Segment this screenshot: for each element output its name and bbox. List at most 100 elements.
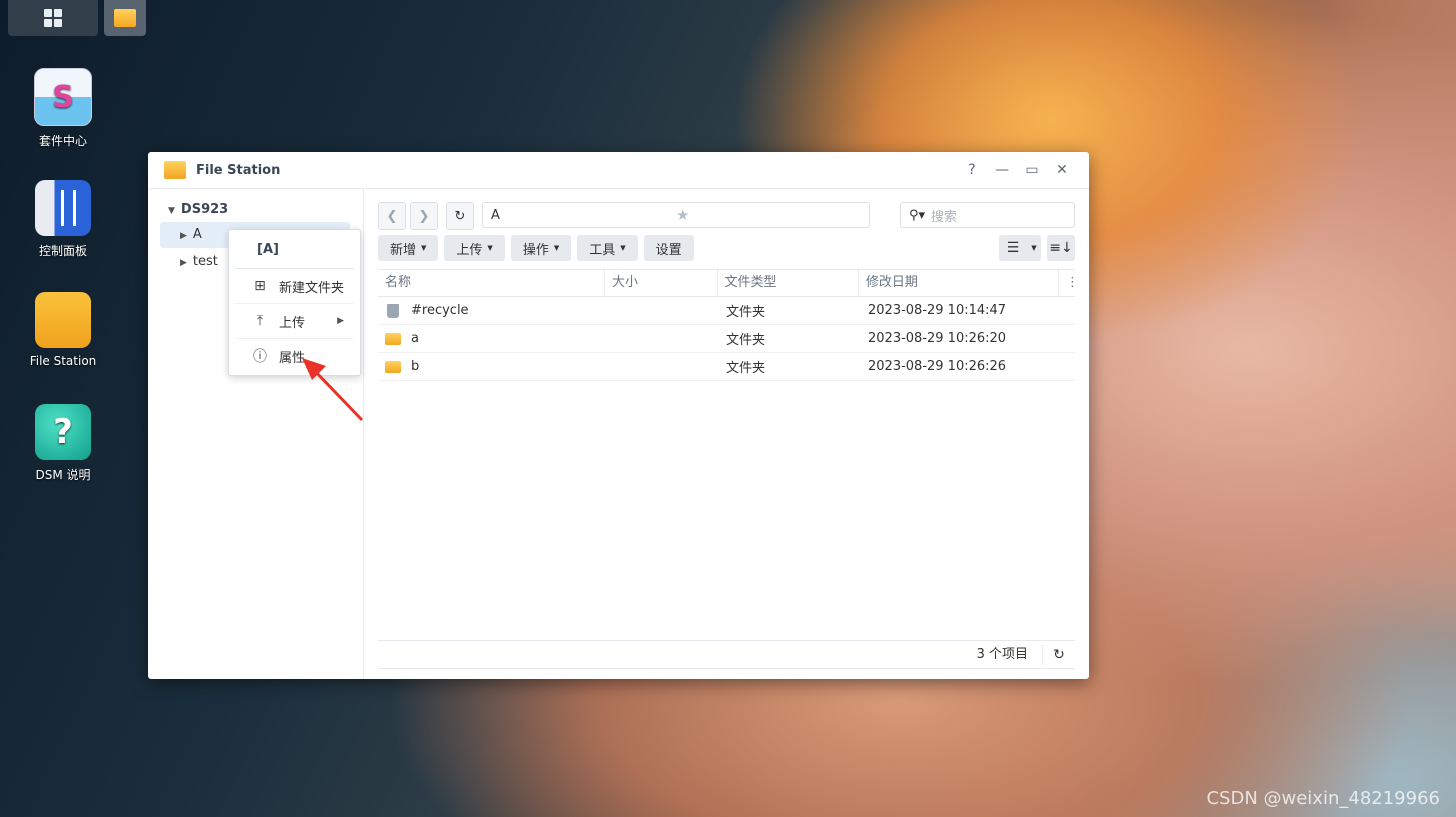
- file-modified: 2023-08-29 10:26:26: [868, 359, 1007, 374]
- recycle-bin-icon: [387, 303, 399, 318]
- main-menu-button[interactable]: [8, 0, 98, 36]
- menu-item-label: 新建文件夹: [279, 280, 345, 296]
- file-type: 文件夹: [726, 333, 766, 348]
- file-name: #recycle: [411, 303, 469, 318]
- action-button-label: 操作: [522, 242, 549, 258]
- back-button[interactable]: ❮: [378, 202, 406, 230]
- settings-button-label: 设置: [655, 242, 682, 258]
- upload-icon: ⤒: [256, 313, 264, 329]
- desktop-icon-package-center[interactable]: S 套件中心: [18, 68, 108, 149]
- refresh-icon: ↻: [454, 208, 466, 224]
- list-view-icon[interactable]: ☰: [999, 235, 1027, 261]
- sort-icon: ≡↓: [1049, 240, 1073, 256]
- desktop-icon-dsm-help[interactable]: ? DSM 说明: [18, 404, 108, 483]
- search-placeholder: 搜索: [931, 209, 958, 225]
- dropdown-arrow-icon: ▼: [421, 244, 427, 252]
- help-icon: ?: [35, 404, 91, 460]
- chevron-left-icon: ❮: [386, 208, 398, 224]
- action-button[interactable]: 操作 ▼: [510, 235, 572, 261]
- file-name: a: [411, 331, 419, 346]
- chevron-right-icon: ❯: [418, 208, 430, 224]
- dropdown-arrow-icon: ▼: [487, 244, 493, 252]
- help-button[interactable]: ?: [957, 162, 987, 178]
- refresh-icon[interactable]: ↻: [1043, 647, 1075, 663]
- tools-button[interactable]: 工具 ▼: [577, 235, 638, 261]
- tools-button-label: 工具: [589, 242, 616, 258]
- desktop-icon-control-panel[interactable]: 控制面板: [18, 180, 108, 259]
- upload-button[interactable]: 上传 ▼: [444, 235, 505, 261]
- file-type: 文件夹: [726, 305, 766, 320]
- context-menu: [A] ⊞ 新建文件夹 ⤒ 上传 ▶ ⓘ 属性: [228, 229, 361, 376]
- dropdown-arrow-icon: ▼: [620, 244, 626, 252]
- app-grid-icon: [44, 9, 62, 27]
- window-titlebar[interactable]: File Station ? — ▭ ✕: [148, 152, 1089, 189]
- sort-button[interactable]: ≡↓: [1047, 235, 1075, 261]
- help-glyph: ?: [53, 412, 73, 452]
- folder-icon: [385, 360, 401, 373]
- table-row[interactable]: #recycle 文件夹 2023-08-29 10:14:47: [378, 297, 1075, 325]
- menu-item-new-folder[interactable]: ⊞ 新建文件夹: [235, 269, 354, 304]
- maximize-button[interactable]: ▭: [1017, 162, 1047, 178]
- settings-button[interactable]: 设置: [643, 235, 694, 261]
- new-folder-icon: ⊞: [254, 278, 266, 294]
- table-row[interactable]: b 文件夹 2023-08-29 10:26:26: [378, 353, 1075, 381]
- path-text: A: [491, 207, 500, 223]
- close-button[interactable]: ✕: [1047, 162, 1077, 178]
- new-button[interactable]: 新增 ▼: [378, 235, 439, 261]
- minimize-button[interactable]: —: [987, 162, 1017, 178]
- new-button-label: 新增: [390, 242, 417, 258]
- desktop-icon-file-station[interactable]: File Station: [18, 292, 108, 368]
- toolbar: 新增 ▼ 上传 ▼ 操作 ▼ 工具 ▼ 设置 ☰ ▼ ≡↓: [378, 235, 1075, 263]
- view-mode-button[interactable]: ☰ ▼: [999, 235, 1041, 261]
- table-row[interactable]: a 文件夹 2023-08-29 10:26:20: [378, 325, 1075, 353]
- menu-item-upload[interactable]: ⤒ 上传 ▶: [235, 304, 354, 339]
- navigation-bar: ❮ ❯ ↻ A ★ ⚲▾ 搜索: [378, 202, 1075, 230]
- tree-root-label: DS923: [180, 202, 229, 217]
- column-menu-icon[interactable]: ⋮: [1059, 270, 1079, 296]
- refresh-button[interactable]: ↻: [446, 202, 474, 230]
- file-station-icon: [35, 292, 91, 348]
- column-header-type[interactable]: 文件类型: [718, 270, 859, 296]
- folder-icon: [114, 9, 136, 27]
- menu-item-label: 上传: [279, 315, 306, 331]
- desktop-icon-label: 控制面板: [38, 244, 87, 258]
- column-header-size[interactable]: 大小: [605, 270, 718, 296]
- package-center-icon: S: [34, 68, 92, 126]
- column-header-modified[interactable]: 修改日期: [859, 270, 1059, 296]
- file-table: 名称 大小 文件类型 修改日期 ⋮ #recycle 文件夹 2023-08-2…: [378, 269, 1079, 381]
- desktop-icon-label: DSM 说明: [35, 468, 91, 482]
- taskbar-file-station-button[interactable]: [104, 0, 146, 36]
- tree-root-ds923[interactable]: ▼ DS923: [168, 202, 228, 217]
- context-menu-header: [A]: [235, 230, 354, 269]
- dropdown-arrow-icon: ▼: [553, 244, 560, 252]
- upload-button-label: 上传: [456, 242, 483, 258]
- package-glyph: S: [52, 79, 74, 115]
- tree-item-label: A: [192, 227, 202, 242]
- star-icon[interactable]: ★: [676, 206, 861, 224]
- folder-icon: [385, 332, 401, 345]
- tree-item-label: test: [192, 254, 218, 269]
- window-title: File Station: [196, 162, 281, 178]
- desktop-icon-label: 套件中心: [38, 134, 87, 148]
- caret-right-icon[interactable]: ▶: [180, 231, 187, 241]
- folder-icon: [164, 161, 186, 179]
- item-count: 3 个项目: [977, 644, 1043, 665]
- caret-down-icon[interactable]: ▼: [168, 206, 175, 216]
- column-header-name[interactable]: 名称: [378, 270, 605, 296]
- file-name: b: [411, 359, 420, 374]
- control-panel-icon: [35, 180, 91, 236]
- table-header: 名称 大小 文件类型 修改日期 ⋮: [378, 269, 1079, 297]
- caret-right-icon[interactable]: ▶: [180, 258, 187, 268]
- status-bar: 3 个项目 ↻: [378, 640, 1075, 669]
- desktop-icon-label: File Station: [29, 354, 97, 368]
- taskbar: [8, 0, 146, 38]
- view-controls: ☰ ▼ ≡↓: [999, 235, 1075, 263]
- dropdown-arrow-icon[interactable]: ▼: [1027, 235, 1041, 261]
- search-icon[interactable]: ⚲▾: [909, 208, 925, 223]
- path-field[interactable]: A ★: [482, 202, 870, 228]
- main-pane: ❮ ❯ ↻ A ★ ⚲▾ 搜索 新增 ▼ 上传 ▼ 操作 ▼ 工具 ▼ 设置 ☰ ▼: [378, 202, 1079, 669]
- forward-button[interactable]: ❯: [410, 202, 438, 230]
- search-input[interactable]: ⚲▾ 搜索: [900, 202, 1075, 228]
- watermark: CSDN @weixin_48219966: [1206, 788, 1440, 809]
- annotation-arrow-icon: [302, 358, 364, 422]
